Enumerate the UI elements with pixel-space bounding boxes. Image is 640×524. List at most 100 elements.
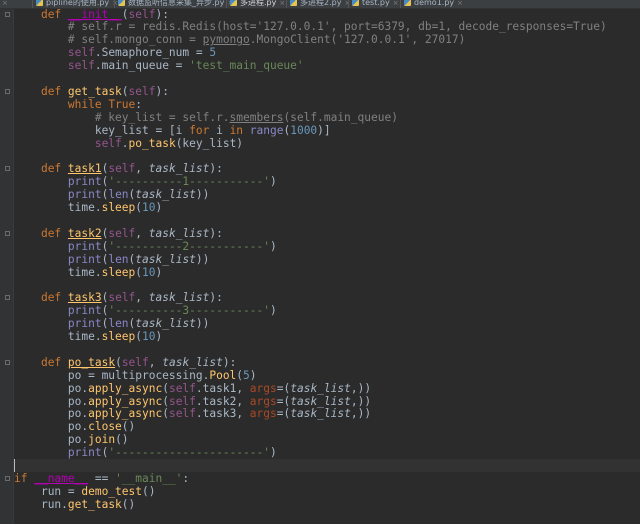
code-token: args [249, 394, 277, 408]
code-line[interactable]: # self.r = redis.Redis(host='127.0.0.1',… [14, 20, 607, 33]
code-line[interactable]: run.get_task() [14, 498, 135, 511]
code-line[interactable]: po.apply_async(self.task2, args=(task_li… [14, 395, 371, 408]
code-line[interactable]: print('----------1-----------') [14, 175, 277, 188]
code-token: '----------------------' [108, 446, 270, 460]
code-token: time. [67, 265, 102, 279]
editor-tab[interactable]: 多进程.py × [230, 0, 285, 8]
code-token: len [108, 188, 129, 202]
code-line[interactable]: def task2(self, task_list): [14, 227, 223, 240]
code-token: )) [357, 394, 372, 408]
code-token: ( [121, 84, 129, 98]
code-line[interactable]: print(len(task_list)) [14, 317, 210, 331]
code-token: if [14, 471, 35, 485]
code-editor[interactable]: def __init__(self): # self.r = redis.Red… [0, 8, 640, 524]
code-token: 'test_main_queue' [189, 59, 304, 73]
editor-tab-label: demo1.py [414, 0, 455, 7]
close-tab-icon[interactable]: × [393, 0, 399, 7]
code-line[interactable]: self.Semaphore_num = 5 [14, 46, 216, 59]
code-line[interactable]: time.sleep(10) [14, 266, 162, 279]
fold-marker-icon[interactable] [5, 475, 10, 481]
editor-tab[interactable]: 多进程2.py× [290, 0, 350, 8]
tab-separator [226, 0, 227, 8]
editor-tab[interactable]: demo1.py × [404, 0, 463, 8]
fold-marker-icon[interactable] [5, 230, 10, 236]
fold-marker-icon[interactable] [5, 11, 10, 17]
fold-marker-icon[interactable] [5, 88, 10, 94]
close-tab-icon[interactable]: × [2, 0, 8, 7]
code-line[interactable]: po.join() [14, 433, 129, 446]
code-line[interactable]: print('----------3-----------') [14, 304, 277, 317]
code-token: self [128, 84, 156, 98]
code-token: () [142, 484, 156, 498]
code-token: po. [67, 407, 89, 421]
code-line[interactable]: run = demo_test() [14, 484, 156, 498]
code-line[interactable]: po.apply_async(self.task1, args=(task_li… [14, 382, 371, 395]
code-token: def [40, 291, 68, 305]
fold-marker-icon[interactable] [5, 295, 10, 301]
code-token: .main_queue = [94, 59, 190, 73]
code-line[interactable]: po = multiprocessing.Pool(5) [14, 369, 257, 382]
code-token: apply_async [88, 394, 163, 408]
code-line[interactable]: print('----------2-----------') [14, 240, 277, 253]
close-tab-icon[interactable]: × [279, 0, 285, 7]
python-file-icon [118, 0, 125, 6]
code-line[interactable]: def task3(self, task_list): [14, 291, 223, 304]
code-token: ( [135, 330, 143, 343]
code-line[interactable]: def __init__(self): [14, 8, 169, 21]
code-line[interactable]: print(len(task_list)) [14, 253, 210, 266]
code-token: )) [195, 317, 210, 331]
code-token: ) [269, 175, 277, 189]
fold-marker-icon[interactable] [5, 166, 10, 172]
code-line[interactable]: po.apply_async(self.task3, args=(task_li… [14, 407, 371, 420]
fold-marker-icon[interactable] [5, 359, 10, 365]
code-token: ) [155, 330, 163, 343]
code-line[interactable]: print(len(task_list)) [14, 188, 210, 202]
code-line[interactable]: self.main_queue = 'test_main_queue' [14, 59, 304, 72]
code-token: : [135, 97, 143, 111]
code-token: , [135, 226, 149, 240]
code-line[interactable]: print('----------------------') [14, 446, 277, 459]
code-token: '----------1-----------' [108, 175, 270, 189]
code-line[interactable]: time.sleep(10) [14, 330, 162, 343]
code-token: self [67, 46, 95, 60]
code-token: sleep [101, 201, 136, 214]
editor-gutter[interactable] [0, 9, 14, 524]
code-line[interactable]: def po_task(self, task_list): [14, 356, 236, 369]
code-line[interactable]: self.po_task(key_list) [14, 137, 243, 150]
code-line[interactable]: key_list = [i for i in range(1000)] [14, 124, 331, 137]
code-token: task_list [148, 291, 210, 305]
code-token: ): [222, 355, 237, 369]
code-line[interactable]: po.close() [14, 420, 135, 433]
code-token: task3 [67, 291, 102, 305]
code-line[interactable]: # key_list = self.r.smembers(self.main_q… [14, 111, 398, 124]
close-tab-icon[interactable]: × [457, 0, 463, 7]
code-token: .Semaphore_num = [94, 46, 210, 60]
code-line[interactable]: while True: [14, 98, 142, 111]
code-token: ( [135, 265, 143, 279]
code-token: po. [67, 420, 89, 434]
code-token: __init__ [67, 7, 122, 21]
editor-tab[interactable]: ly× [0, 0, 8, 8]
code-token: () [115, 433, 129, 447]
code-line[interactable]: if __name__ == '__main__': [14, 472, 189, 485]
code-line[interactable]: time.sleep(10) [14, 201, 162, 214]
code-line[interactable]: def get_task(self): [14, 85, 169, 98]
code-area[interactable]: def __init__(self): # self.r = redis.Red… [14, 8, 640, 524]
code-line[interactable]: # self.mongo_conn = pymongo.MongoClient(… [14, 33, 465, 46]
code-line[interactable]: def task1(self, task_list): [14, 162, 223, 175]
current-line-highlight [14, 459, 640, 472]
editor-tab[interactable]: test.py × [352, 0, 399, 8]
code-token: , [350, 407, 358, 421]
python-file-icon [230, 0, 237, 6]
